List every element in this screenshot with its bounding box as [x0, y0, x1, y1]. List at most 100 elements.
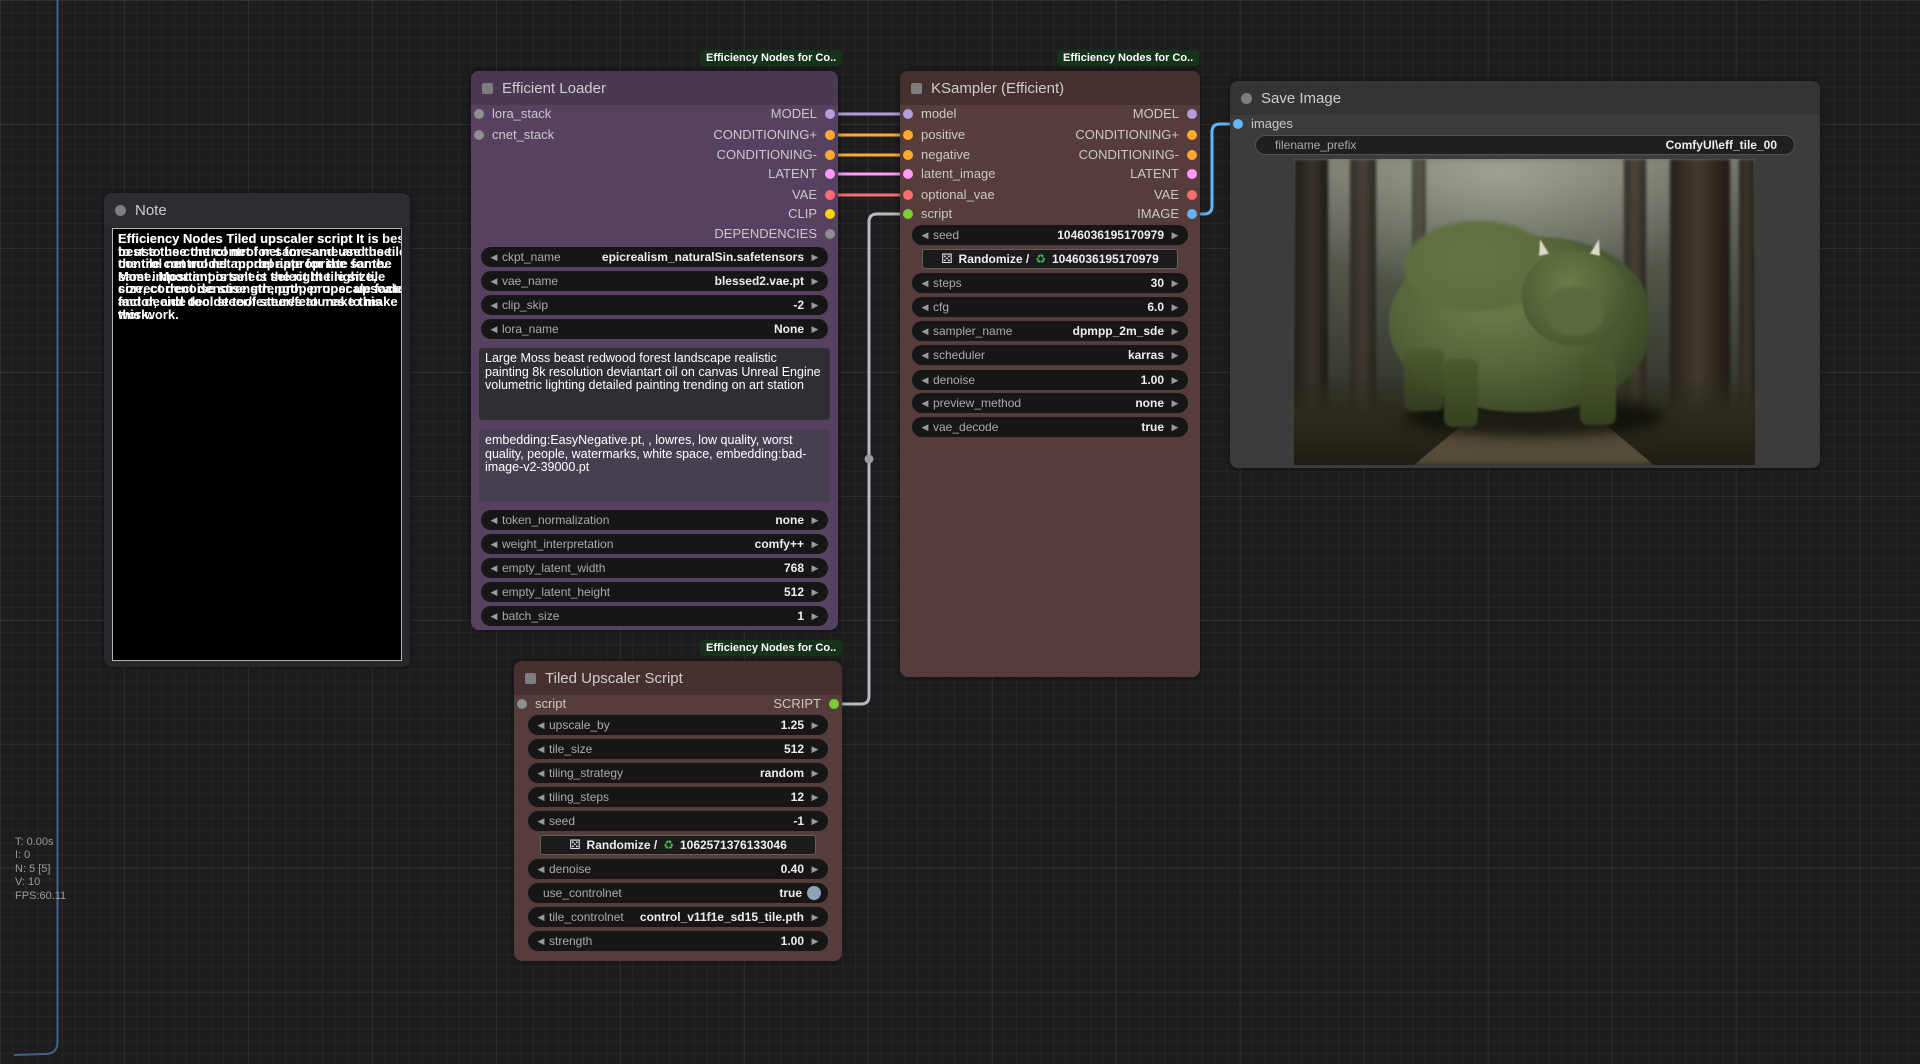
input-negative[interactable]: negative — [900, 145, 1050, 165]
input-images[interactable]: images — [1230, 114, 1380, 134]
input-positive[interactable]: positive — [900, 125, 1050, 145]
output-port-dot[interactable] — [825, 130, 835, 140]
next-arrow-icon: ▶ — [1169, 350, 1181, 361]
output-model[interactable]: MODEL — [1040, 104, 1200, 124]
batch-size-widget[interactable]: ◀batch_size 1▶ — [481, 606, 828, 626]
seed-widget[interactable]: ◀seed 1046036195170979▶ — [912, 225, 1188, 245]
input-port-dot[interactable] — [1233, 119, 1243, 129]
input-port-dot[interactable] — [903, 109, 913, 119]
lora-name-widget[interactable]: ◀lora_name None▶ — [481, 319, 828, 339]
sampler-name-widget[interactable]: ◀sampler_name dpmpp_2m_sde▶ — [912, 321, 1188, 341]
vae-name-widget[interactable]: ◀vae_name blessed2.vae.pt▶ — [481, 271, 828, 291]
note-node[interactable]: Note Efficiency Nodes Tiled upscaler scr… — [104, 193, 410, 667]
moss-beast-face — [1546, 287, 1604, 335]
scheduler-widget[interactable]: ◀scheduler karras▶ — [912, 345, 1188, 365]
beast-front-leg — [1580, 359, 1616, 425]
next-arrow-icon: ▶ — [809, 539, 821, 550]
ckpt-name-widget[interactable]: ◀ckpt_name epicrealism_naturalSin.safete… — [481, 247, 828, 267]
denoise-widget[interactable]: ◀denoise 0.40▶ — [528, 859, 828, 879]
use-controlnet-toggle[interactable]: use_controlnet true — [528, 883, 828, 903]
output-clip[interactable]: CLIP — [638, 204, 838, 224]
loader-titlebar[interactable]: Efficient Loader — [471, 71, 838, 105]
positive-prompt-textarea[interactable]: Large Moss beast redwood forest landscap… — [479, 348, 830, 420]
input-script[interactable]: script — [514, 694, 664, 714]
input-lora-stack[interactable]: lora_stack — [471, 104, 651, 124]
output-script[interactable]: SCRIPT — [692, 694, 842, 714]
randomize-seed-button[interactable]: ⚄ Randomize / ♻ 1062571376133046 — [540, 835, 816, 855]
strength-widget[interactable]: ◀strength 1.00▶ — [528, 931, 828, 951]
randomize-seed-button[interactable]: ⚄ Randomize / ♻ 1046036195170979 — [922, 249, 1178, 269]
output-port-dot[interactable] — [1187, 130, 1197, 140]
output-port-dot[interactable] — [829, 699, 839, 709]
tiled-upscaler-node[interactable]: Tiled Upscaler Script script SCRIPT ◀ups… — [514, 661, 842, 961]
output-port-dot[interactable] — [1187, 169, 1197, 179]
input-port-dot[interactable] — [903, 190, 913, 200]
input-port-dot[interactable] — [517, 699, 527, 709]
output-latent[interactable]: LATENT — [638, 164, 838, 184]
toggle-knob[interactable] — [807, 886, 821, 900]
cfg-widget[interactable]: ◀cfg 6.0▶ — [912, 297, 1188, 317]
seed-widget[interactable]: ◀seed -1▶ — [528, 811, 828, 831]
tile-controlnet-widget[interactable]: ◀tile_controlnet control_v11f1e_sd15_til… — [528, 907, 828, 927]
denoise-widget[interactable]: ◀denoise 1.00▶ — [912, 370, 1188, 390]
input-latent-image[interactable]: latent_image — [900, 164, 1050, 184]
input-port-dot[interactable] — [903, 209, 913, 219]
output-port-dot[interactable] — [825, 150, 835, 160]
output-port-dot[interactable] — [825, 109, 835, 119]
input-model[interactable]: model — [900, 104, 1050, 124]
input-port-dot[interactable] — [474, 109, 484, 119]
collapse-dot-icon[interactable] — [1241, 93, 1252, 104]
input-port-dot[interactable] — [474, 130, 484, 140]
empty-latent-height-widget[interactable]: ◀empty_latent_height 512▶ — [481, 582, 828, 602]
input-port-dot[interactable] — [903, 169, 913, 179]
upscaler-titlebar[interactable]: Tiled Upscaler Script — [514, 661, 842, 695]
output-port-dot[interactable] — [1187, 209, 1197, 219]
negative-prompt-textarea[interactable]: embedding:EasyNegative.pt, , lowres, low… — [479, 430, 830, 502]
output-dependencies[interactable]: DEPENDENCIES — [638, 224, 838, 244]
clip-skip-widget[interactable]: ◀clip_skip -2▶ — [481, 295, 828, 315]
output-vae[interactable]: VAE — [638, 185, 838, 205]
ksampler-titlebar[interactable]: KSampler (Efficient) — [900, 71, 1200, 105]
tiling-steps-widget[interactable]: ◀tiling_steps 12▶ — [528, 787, 828, 807]
input-port-dot[interactable] — [903, 130, 913, 140]
output-port-dot[interactable] — [1187, 109, 1197, 119]
ksampler-node[interactable]: KSampler (Efficient) model positive nega… — [900, 71, 1200, 677]
tiling-strategy-widget[interactable]: ◀tiling_strategy random▶ — [528, 763, 828, 783]
output-latent[interactable]: LATENT — [1040, 164, 1200, 184]
recycle-icon: ♻ — [663, 838, 674, 852]
efficient-loader-node[interactable]: Efficient Loader lora_stack cnet_stack M… — [471, 71, 838, 630]
filename-prefix-widget[interactable]: filename_prefix ComfyUI\eff_tile_00 — [1255, 135, 1795, 155]
empty-latent-width-widget[interactable]: ◀empty_latent_width 768▶ — [481, 558, 828, 578]
input-port-dot[interactable] — [903, 150, 913, 160]
save-image-node[interactable]: Save Image images filename_prefix ComfyU… — [1230, 81, 1820, 468]
output-conditioning-minus[interactable]: CONDITIONING- — [1040, 145, 1200, 165]
collapse-dot-icon[interactable] — [115, 205, 126, 216]
prev-arrow-icon: ◀ — [919, 302, 931, 313]
output-conditioning-minus[interactable]: CONDITIONING- — [638, 145, 838, 165]
tile-size-widget[interactable]: ◀tile_size 512▶ — [528, 739, 828, 759]
output-conditioning-plus[interactable]: CONDITIONING+ — [638, 125, 838, 145]
note-node-titlebar[interactable]: Note — [104, 193, 410, 227]
output-port-dot[interactable] — [1187, 150, 1197, 160]
save-image-titlebar[interactable]: Save Image — [1230, 81, 1820, 115]
input-optional-vae[interactable]: optional_vae — [900, 185, 1050, 205]
weight-interpretation-widget[interactable]: ◀weight_interpretation comfy++▶ — [481, 534, 828, 554]
output-model[interactable]: MODEL — [638, 104, 838, 124]
vae-decode-widget[interactable]: ◀vae_decode true▶ — [912, 417, 1188, 437]
token-normalization-widget[interactable]: ◀token_normalization none▶ — [481, 510, 828, 530]
note-textarea[interactable]: Efficiency Nodes Tiled upscaler script I… — [112, 228, 402, 661]
output-port-dot[interactable] — [1187, 190, 1197, 200]
steps-widget[interactable]: ◀steps 30▶ — [912, 273, 1188, 293]
output-image[interactable]: IMAGE — [1040, 204, 1200, 224]
output-vae[interactable]: VAE — [1040, 185, 1200, 205]
preview-method-widget[interactable]: ◀preview_method none▶ — [912, 393, 1188, 413]
output-port-dot[interactable] — [825, 209, 835, 219]
input-script[interactable]: script — [900, 204, 1050, 224]
upscale-by-widget[interactable]: ◀upscale_by 1.25▶ — [528, 715, 828, 735]
output-port-dot[interactable] — [825, 229, 835, 239]
output-conditioning-plus[interactable]: CONDITIONING+ — [1040, 125, 1200, 145]
input-cnet-stack[interactable]: cnet_stack — [471, 125, 651, 145]
output-port-dot[interactable] — [825, 190, 835, 200]
note-node-title: Note — [135, 202, 167, 219]
output-port-dot[interactable] — [825, 169, 835, 179]
